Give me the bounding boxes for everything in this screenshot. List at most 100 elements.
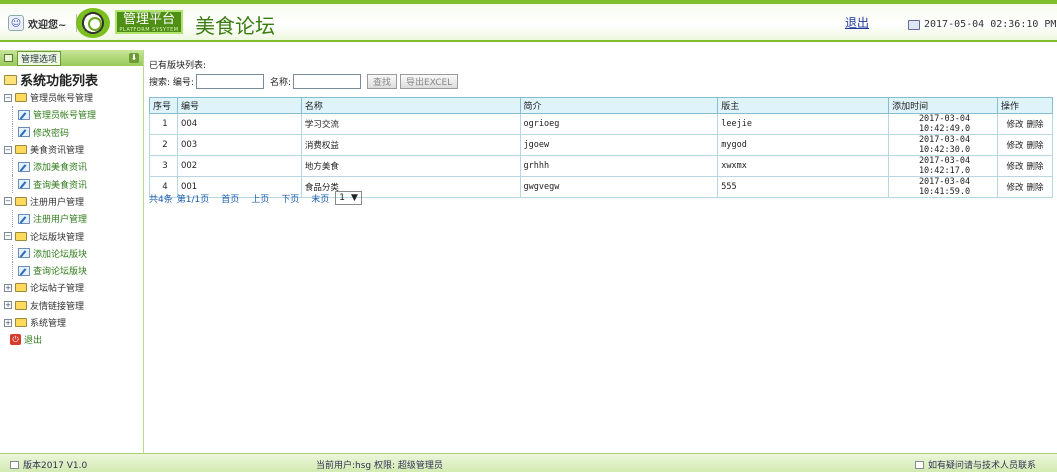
tree-item-label[interactable]: 查询美食资讯: [33, 178, 87, 191]
logout-link[interactable]: 退出: [845, 14, 869, 31]
tree-group-label: 管理员帐号管理: [30, 94, 94, 105]
edit-page-icon: [18, 109, 30, 120]
collapse-icon[interactable]: −: [4, 145, 12, 154]
column-header: 名称: [300, 97, 521, 114]
collapse-icon[interactable]: −: [4, 197, 12, 206]
cell-intro: gwgvegw: [519, 176, 719, 198]
id-search-input[interactable]: [195, 74, 264, 89]
tree-item-admin-account[interactable]: 管理员帐号管理: [4, 106, 143, 124]
page-indicator: 第1/1页: [176, 194, 210, 205]
tree-group-label: 友情链接管理: [30, 301, 85, 312]
cell-name: 地方美食: [300, 155, 521, 177]
edit-page-icon: [18, 248, 30, 259]
delete-link[interactable]: 删除: [1027, 120, 1044, 130]
tree-item-label[interactable]: 退出: [24, 333, 42, 346]
cell-intro: ogrioeg: [519, 113, 719, 135]
folder-icon: [15, 283, 27, 293]
cell-intro: jgoew: [519, 134, 719, 156]
platform-subtitle: PLATFORM SYSYTEM: [119, 27, 179, 33]
cell-added-time: 2017-03-04 10:41:59.0: [888, 176, 998, 198]
delete-link[interactable]: 删除: [1027, 141, 1044, 151]
folder-icon: [15, 318, 27, 327]
tree-item-add-food-news[interactable]: 添加美食资讯: [4, 158, 143, 176]
cell-added-time: 2017-03-04 10:42:49.0: [888, 113, 998, 135]
total-count: 共4条: [149, 194, 173, 205]
delete-link[interactable]: 删除: [1027, 183, 1044, 193]
panel-icon: [4, 54, 13, 62]
search-button[interactable]: 查找: [366, 74, 397, 89]
table-row: 2 003 消费权益 jgoew mygod 2017-03-04 10:42:…: [149, 134, 1053, 156]
tree-item-label[interactable]: 添加美食资讯: [33, 160, 87, 173]
delete-link[interactable]: 删除: [1027, 162, 1044, 172]
table-header-row: 序号 编号 名称 简介 版主 添加时间 操作: [149, 97, 1053, 114]
current-user-info: 当前用户:hsg 权限: 超级管理员: [316, 461, 443, 471]
expand-icon[interactable]: +: [4, 283, 12, 292]
cell-actions: 修改 删除: [997, 113, 1053, 135]
expand-icon[interactable]: +: [4, 318, 12, 327]
cell-moderator: mygod: [717, 134, 890, 156]
tree-item-add-forum-board[interactable]: 添加论坛版块: [4, 244, 143, 262]
cell-intro: grhhh: [519, 155, 719, 177]
tree-item-label[interactable]: 修改密码: [33, 126, 69, 139]
clock: 2017-05-04 02:36:10 PM: [908, 19, 1056, 30]
page-select[interactable]: 1 ▼: [335, 191, 362, 205]
tree-root-label: 系统功能列表: [20, 74, 99, 89]
edit-page-icon: [18, 127, 30, 138]
name-search-input[interactable]: [292, 74, 361, 89]
tree-group-registered-users[interactable]: − 注册用户管理: [4, 193, 143, 210]
tree-group-food-news[interactable]: − 美食资讯管理: [4, 141, 143, 158]
name-label: 名称:: [269, 78, 291, 88]
edit-link[interactable]: 修改: [1006, 183, 1023, 193]
sidebar-header: 管理选项 ⬇: [0, 50, 143, 66]
cell-name: 学习交流: [300, 113, 521, 135]
sidebar-panel-label: 管理选项: [17, 50, 62, 66]
tree-group-system[interactable]: + 系统管理: [4, 314, 143, 331]
edit-link[interactable]: 修改: [1006, 120, 1023, 130]
edit-link[interactable]: 修改: [1006, 141, 1023, 151]
expand-icon[interactable]: +: [4, 301, 12, 310]
tree-group-label: 论坛版块管理: [30, 232, 85, 243]
tree-group-label: 注册用户管理: [30, 197, 85, 208]
tree-item-label[interactable]: 添加论坛版块: [33, 247, 87, 260]
tree-item-label[interactable]: 管理员帐号管理: [33, 108, 96, 121]
edit-link[interactable]: 修改: [1006, 162, 1023, 172]
collapse-icon[interactable]: −: [4, 232, 12, 241]
tree-group-forum-boards[interactable]: − 论坛版块管理: [4, 227, 143, 244]
monitor-icon: [10, 460, 19, 469]
exit-icon: ⏻: [10, 334, 21, 346]
help-icon: [915, 460, 924, 469]
column-header: 操作: [997, 97, 1053, 114]
logo-icon: [76, 8, 110, 38]
tree-item-label[interactable]: 注册用户管理: [33, 212, 87, 225]
export-excel-button[interactable]: 导出EXCEL: [400, 74, 459, 89]
tree-item-registered-users[interactable]: 注册用户管理: [4, 210, 143, 228]
welcome-text: 欢迎您~: [28, 19, 67, 31]
tree-item-change-password[interactable]: 修改密码: [4, 123, 143, 141]
platform-title: 管理平台: [122, 12, 175, 27]
next-page-link[interactable]: 下页: [281, 192, 299, 205]
search-id-label: 搜索: 编号:: [149, 78, 194, 88]
tree-item-query-food-news[interactable]: 查询美食资讯: [4, 175, 143, 193]
tree-item-query-forum-board[interactable]: 查询论坛版块: [4, 261, 143, 280]
function-tree: − 管理员帐号管理 管理员帐号管理 修改密码 − 美食资讯管理 添加美食资讯 查…: [0, 89, 143, 348]
tree-group-friend-links[interactable]: + 友情链接管理: [4, 297, 143, 314]
platform-logo: 管理平台 PLATFORM SYSYTEM: [115, 10, 183, 34]
prev-page-link[interactable]: 上页: [251, 192, 269, 205]
tree-group-forum-posts[interactable]: + 论坛帖子管理: [4, 279, 143, 296]
cell-actions: 修改 删除: [997, 134, 1053, 156]
cell-index: 2: [149, 134, 178, 156]
last-page-link[interactable]: 末页: [311, 192, 329, 205]
tree-group-admin-account[interactable]: − 管理员帐号管理: [4, 89, 143, 106]
folder-icon: [15, 300, 27, 310]
tree-item-label[interactable]: 查询论坛版块: [33, 264, 87, 277]
collapse-toggle-icon[interactable]: ⬇: [129, 53, 139, 63]
page-select-value: 1: [339, 193, 346, 203]
first-page-link[interactable]: 首页: [221, 192, 239, 205]
tree-item-exit[interactable]: ⏻ 退出: [4, 331, 143, 348]
folder-icon: [15, 93, 27, 103]
collapse-icon[interactable]: −: [4, 93, 12, 102]
tree-group-label: 论坛帖子管理: [30, 284, 85, 295]
page-title: 已有版块列表:: [149, 61, 207, 71]
column-header: 添加时间: [888, 97, 998, 114]
search-bar: 搜索: 编号: 名称: 查找 导出EXCEL: [149, 74, 461, 89]
